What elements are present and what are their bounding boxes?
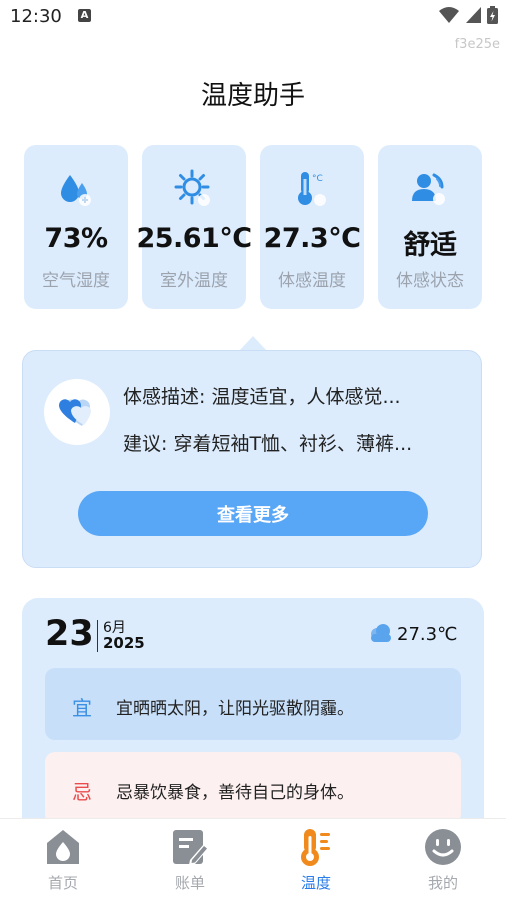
wifi-icon bbox=[439, 7, 459, 23]
calendar-year: 2025 bbox=[103, 634, 145, 652]
signal-icon bbox=[466, 7, 481, 23]
panel-pointer bbox=[239, 336, 267, 351]
nav-home[interactable]: 首页 bbox=[0, 819, 126, 900]
home-icon bbox=[47, 830, 79, 864]
calendar-day: 23 bbox=[45, 614, 94, 654]
stat-label: 空气湿度 bbox=[42, 271, 110, 291]
nav-label: 账单 bbox=[174, 874, 205, 892]
build-id: f3e25e bbox=[454, 37, 500, 52]
svg-text:°C: °C bbox=[312, 174, 323, 184]
view-more-button[interactable]: 查看更多 bbox=[78, 491, 428, 536]
stat-label: 体感状态 bbox=[396, 271, 464, 291]
calendar-divider bbox=[97, 620, 98, 652]
thermometer-icon: °C bbox=[298, 172, 326, 206]
bill-icon bbox=[173, 830, 209, 865]
bottom-nav: 首页 账单 温度 我的 bbox=[0, 818, 506, 900]
stat-label: 室外温度 bbox=[160, 271, 228, 291]
stat-value: 27.3℃ bbox=[263, 223, 361, 254]
nav-bill[interactable]: 账单 bbox=[127, 819, 253, 900]
stat-card-feels-like[interactable]: °C 27.3℃ 体感温度 bbox=[260, 145, 364, 309]
avoid-text: 忌暴饮暴食，善待自己的身体。 bbox=[116, 783, 354, 803]
notification-icon: A bbox=[78, 9, 91, 22]
nav-label: 我的 bbox=[427, 874, 458, 892]
advice-text: 建议: 穿着短袖T恤、衬衫、薄裤... bbox=[123, 433, 413, 455]
status-time: 12:30 bbox=[10, 6, 62, 27]
stat-label: 体感温度 bbox=[278, 271, 346, 291]
nav-mine[interactable]: 我的 bbox=[380, 819, 506, 900]
sun-icon bbox=[174, 169, 210, 206]
suitable-text: 宜晒晒太阳，让阳光驱散阴霾。 bbox=[116, 699, 354, 719]
suitable-tag: 宜 bbox=[72, 696, 92, 720]
humidity-drop-icon bbox=[61, 175, 91, 206]
stat-value: 73% bbox=[44, 223, 108, 254]
hearts-icon bbox=[44, 379, 110, 445]
cloud-icon bbox=[371, 624, 391, 642]
stat-value: 舒适 bbox=[403, 230, 458, 261]
nav-label: 首页 bbox=[47, 874, 78, 892]
smiley-profile-icon bbox=[425, 829, 461, 865]
stat-card-outdoor-temp[interactable]: 25.61℃ 室外温度 bbox=[136, 145, 252, 309]
battery-charging-icon bbox=[487, 6, 498, 24]
nav-label: 温度 bbox=[300, 874, 331, 892]
status-icons bbox=[439, 6, 498, 24]
page-title: 温度助手 bbox=[200, 81, 305, 111]
nav-temperature[interactable]: 温度 bbox=[253, 819, 379, 900]
thermometer-icon bbox=[301, 829, 330, 866]
feeling-description-text: 体感描述: 温度适宜，人体感觉... bbox=[123, 386, 401, 408]
stat-card-humidity[interactable]: 73% 空气湿度 bbox=[24, 145, 128, 309]
avoid-tag: 忌 bbox=[72, 780, 92, 804]
person-status-icon bbox=[412, 173, 445, 205]
stat-card-feel-status[interactable]: 舒适 体感状态 bbox=[378, 145, 482, 309]
calendar-temperature: 27.3℃ bbox=[397, 624, 458, 645]
stat-value: 25.61℃ bbox=[136, 223, 252, 254]
